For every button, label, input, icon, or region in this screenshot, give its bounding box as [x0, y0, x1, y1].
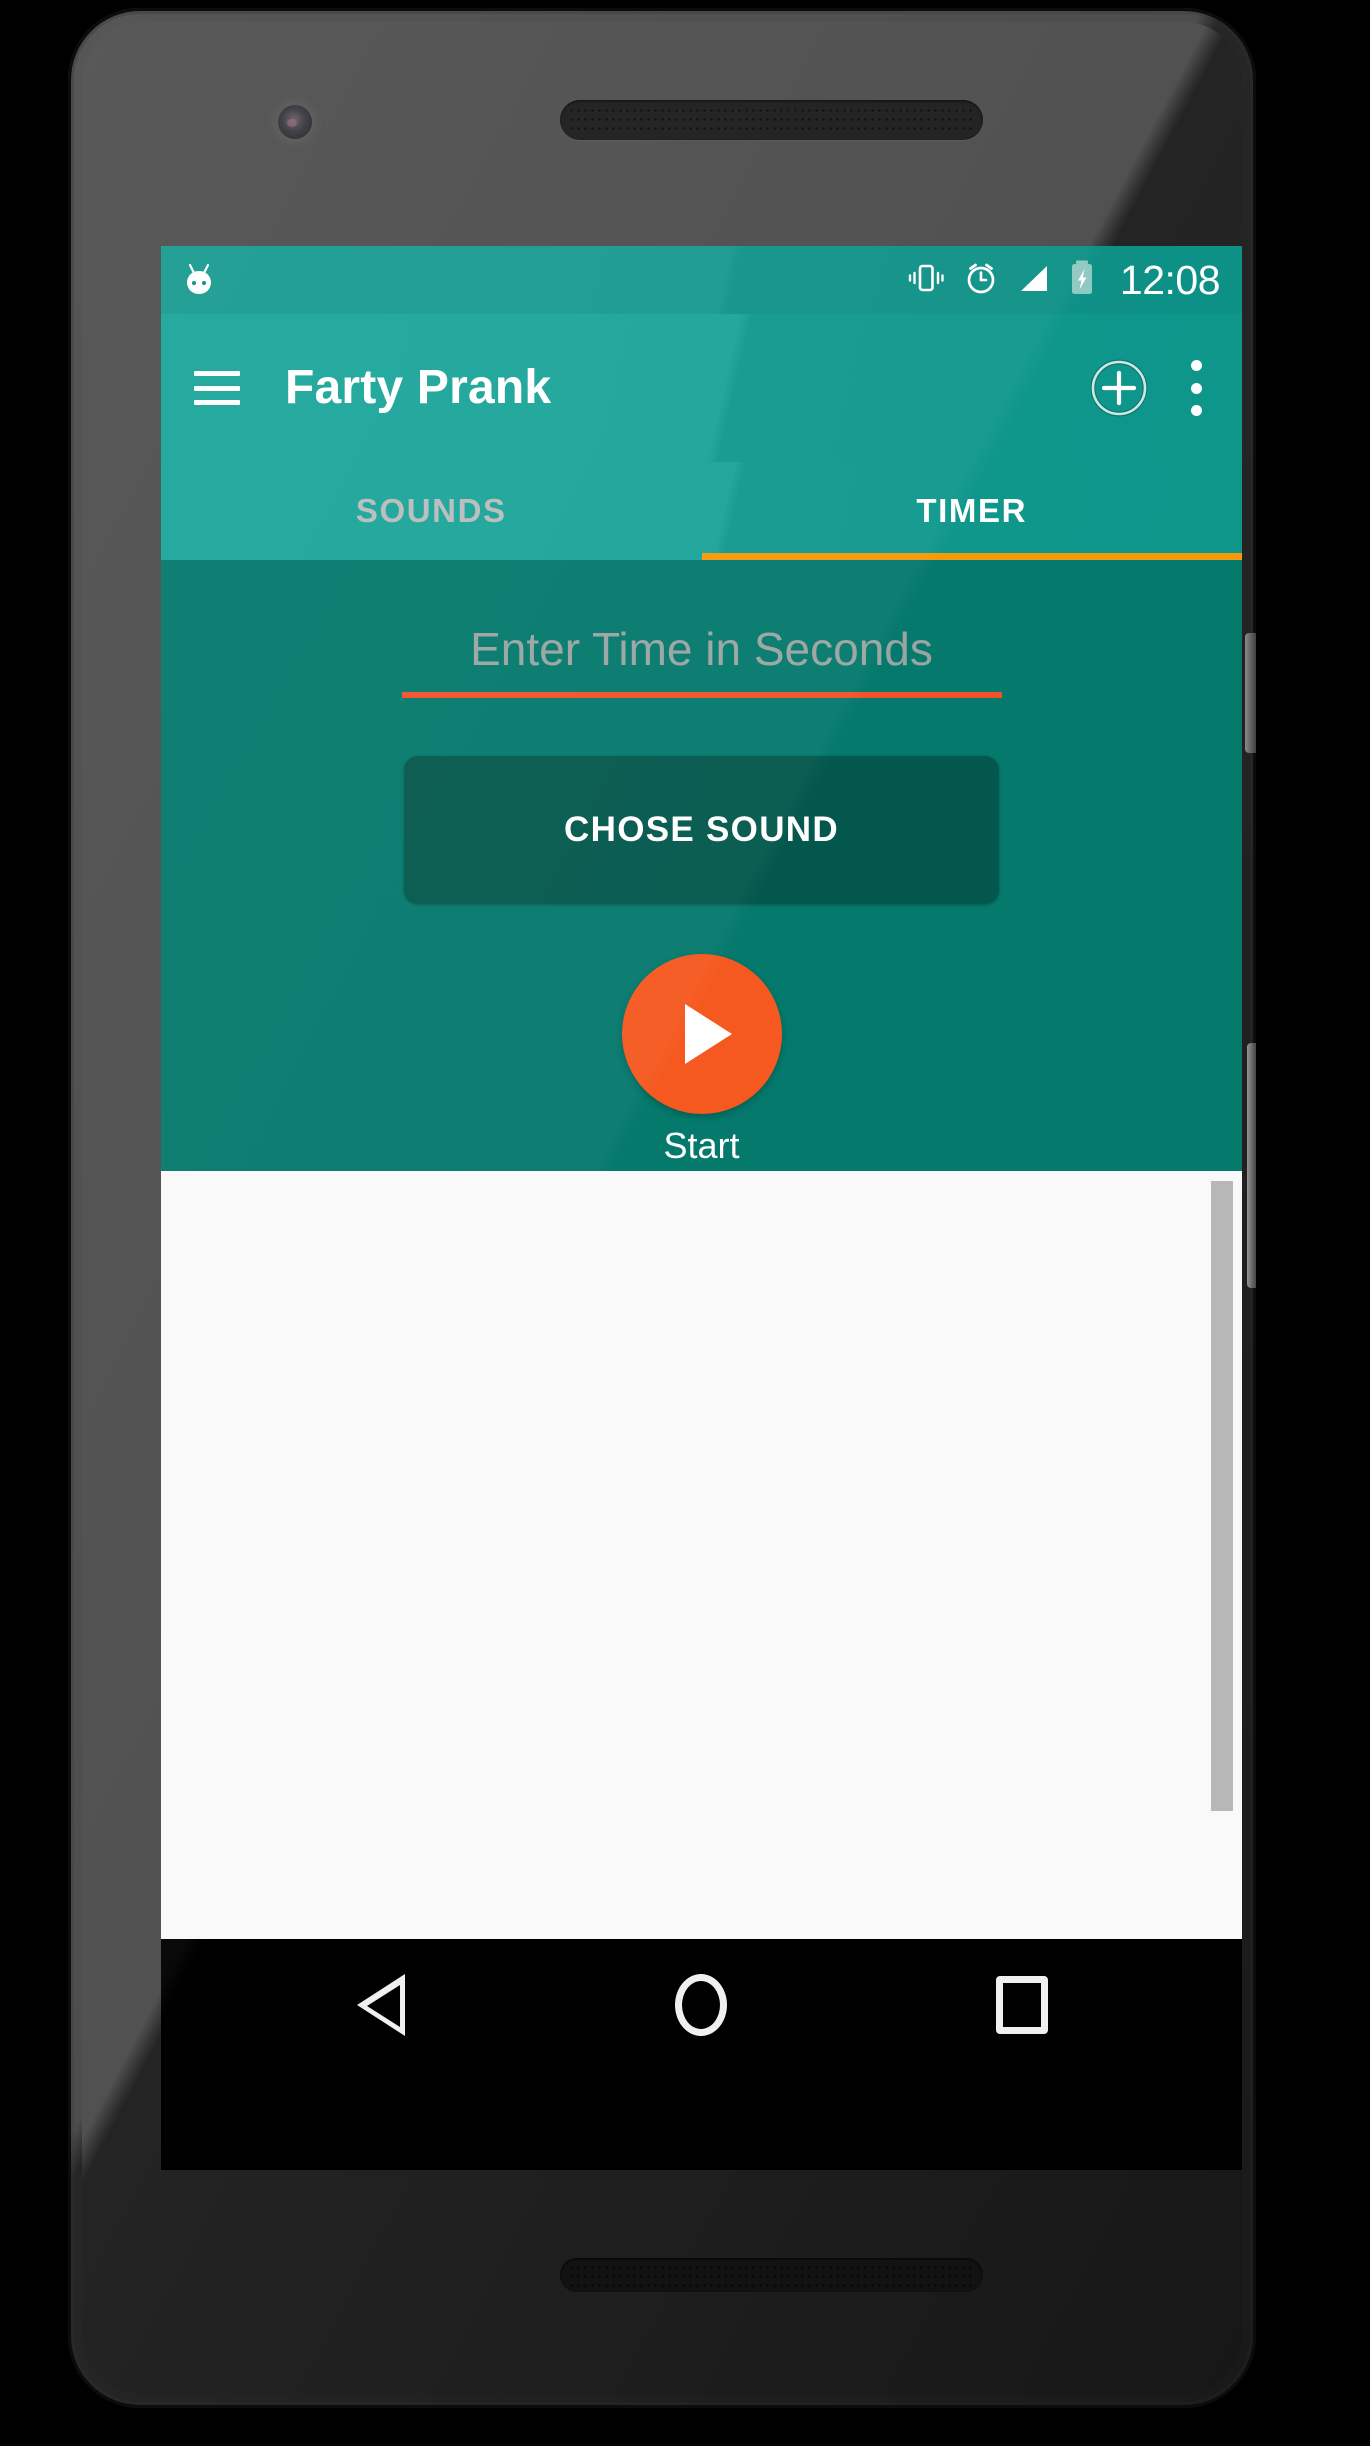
battery-charging-icon	[1068, 258, 1096, 303]
chose-sound-button[interactable]: CHOSE SOUND	[404, 756, 999, 904]
timer-panel: CHOSE SOUND Start	[161, 560, 1242, 1171]
camera-glint	[287, 119, 297, 127]
status-clock: 12:08	[1119, 256, 1221, 303]
tab-sounds-label: SOUNDS	[355, 492, 507, 529]
time-input[interactable]	[401, 622, 1002, 692]
app-bar: Farty Prank	[161, 314, 1242, 462]
nav-back-button[interactable]	[326, 1939, 436, 2070]
power-button[interactable]	[1245, 633, 1256, 753]
phone-screen: 12:08 Farty Prank SOUNDS TIMER Enter Tim…	[161, 246, 1242, 2170]
time-input-group	[401, 622, 1002, 698]
content-area	[161, 1171, 1242, 1939]
bottom-speaker-icon	[560, 2258, 983, 2292]
back-triangle-icon	[357, 1973, 406, 2036]
vertical-scrollbar[interactable]	[1211, 1181, 1233, 1811]
hamburger-menu-icon[interactable]	[194, 371, 240, 405]
phone-device: 12:08 Farty Prank SOUNDS TIMER Enter Tim…	[68, 8, 1256, 2408]
android-mascot-icon	[181, 262, 217, 298]
start-button[interactable]	[621, 954, 782, 1114]
page-title: Farty Prank	[285, 361, 552, 414]
add-circle-icon[interactable]	[1088, 357, 1150, 419]
front-camera-icon	[278, 105, 312, 139]
tab-bar: SOUNDS TIMER	[161, 462, 1242, 560]
vibrate-icon	[906, 258, 946, 303]
tab-timer-label: TIMER	[916, 492, 1028, 529]
time-input-underline	[401, 692, 1002, 698]
earpiece-mesh	[568, 106, 975, 134]
play-icon	[685, 1004, 732, 1064]
bottom-speaker-mesh	[568, 2263, 975, 2287]
signal-icon	[1016, 260, 1052, 301]
phone-front-face: 12:08 Farty Prank SOUNDS TIMER Enter Tim…	[82, 22, 1242, 2394]
nav-home-button[interactable]	[646, 1939, 756, 2070]
tab-timer[interactable]: TIMER	[701, 462, 1242, 560]
overflow-menu-icon[interactable]	[1190, 360, 1202, 416]
tab-active-indicator	[701, 553, 1242, 560]
navigation-bar	[161, 1939, 1242, 2070]
earpiece-speaker-icon	[560, 100, 983, 140]
back-triangle-inner	[367, 1984, 401, 2027]
status-bar: 12:08	[161, 246, 1242, 314]
tab-sounds[interactable]: SOUNDS	[161, 462, 702, 560]
status-icons-group: 12:08	[906, 256, 1221, 303]
volume-rocker-button[interactable]	[1247, 1043, 1256, 1288]
start-button-label: Start	[663, 1125, 740, 1166]
home-circle-icon	[675, 1973, 728, 2036]
alarm-icon	[962, 259, 1000, 302]
nav-recents-button[interactable]	[967, 1939, 1077, 2070]
recents-square-icon	[995, 1975, 1048, 2034]
